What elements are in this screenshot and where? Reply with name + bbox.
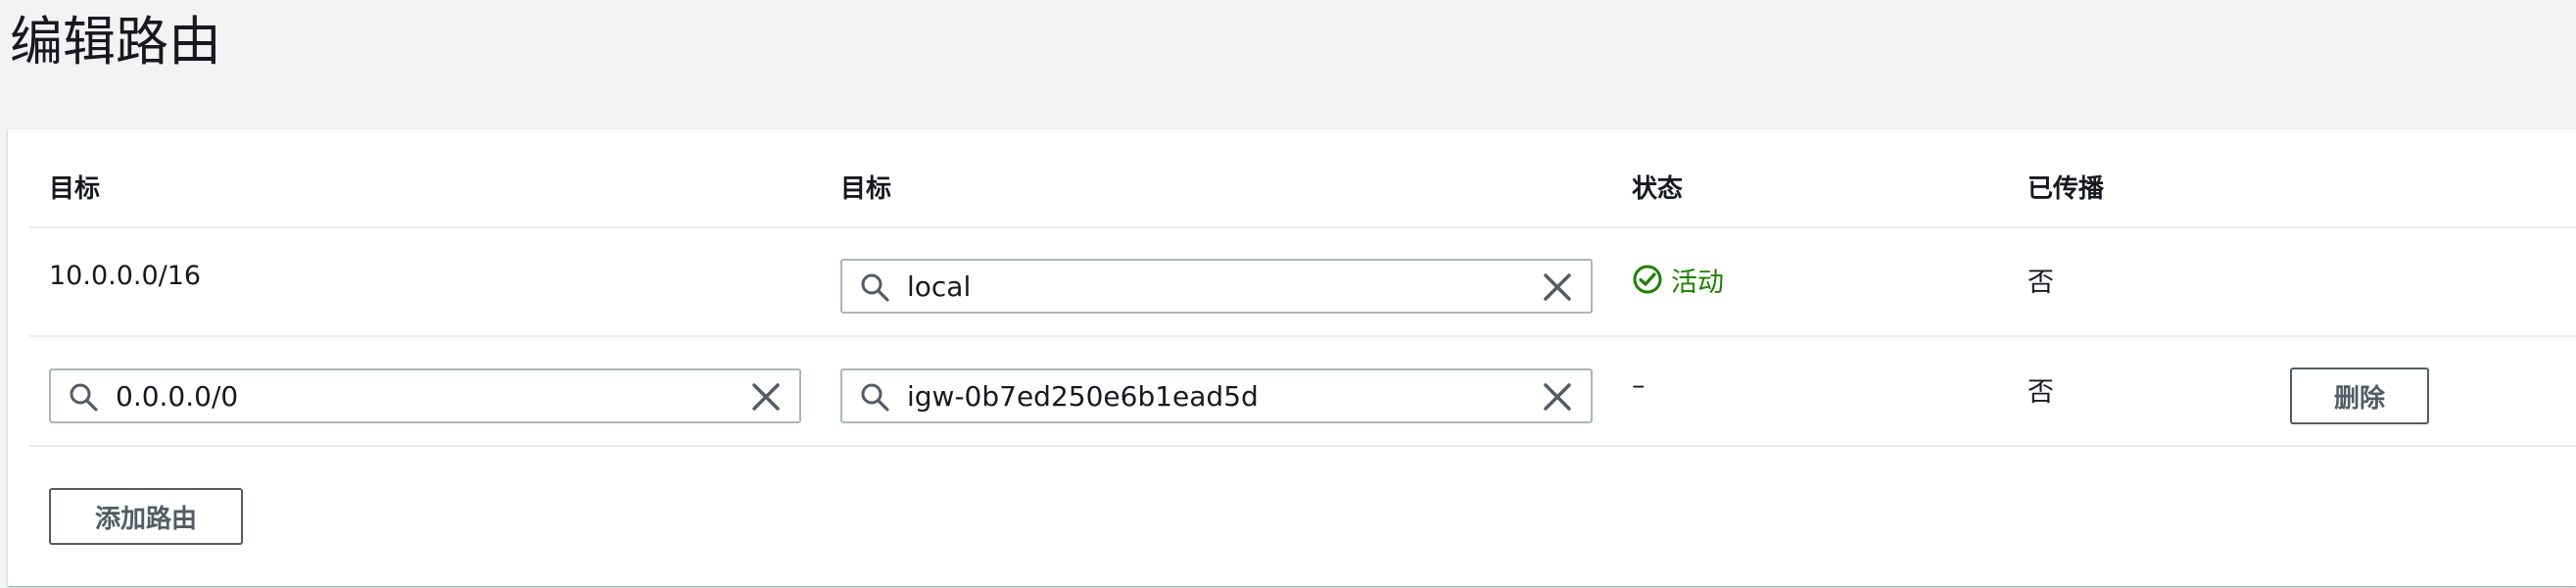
header-divider <box>29 226 2576 228</box>
add-route-button[interactable]: 添加路由 <box>49 488 243 545</box>
clear-icon[interactable] <box>750 381 782 413</box>
destination-cell: 10.0.0.0/16 <box>49 261 202 291</box>
clear-icon[interactable] <box>1542 271 1573 303</box>
status-text: 活动 <box>1671 268 1724 298</box>
remove-route-button[interactable]: 删除 <box>2290 368 2429 424</box>
header-propagated: 已传播 <box>2027 174 2105 204</box>
search-icon <box>861 383 889 412</box>
search-icon <box>861 273 889 302</box>
clear-icon[interactable] <box>1542 381 1573 413</box>
search-icon <box>70 383 98 412</box>
status-badge: 活动 <box>1632 261 1789 298</box>
propagated-cell: 否 <box>2027 268 2054 298</box>
target-search-field[interactable]: local <box>840 259 1593 314</box>
status-cell: – <box>1632 370 1646 401</box>
header-target: 目标 <box>840 174 892 204</box>
row-divider <box>29 445 2576 447</box>
target-input-value[interactable]: local <box>907 270 971 303</box>
destination-input-value[interactable]: 0.0.0.0/0 <box>116 380 238 413</box>
target-search-field[interactable]: igw-0b7ed250e6b1ead5d <box>840 368 1593 423</box>
check-circle-icon <box>1633 265 1662 294</box>
propagated-cell: 否 <box>2027 377 2054 408</box>
destination-search-field[interactable]: 0.0.0.0/0 <box>49 368 801 423</box>
header-destination: 目标 <box>49 174 101 204</box>
page-title: 编辑路由 <box>10 11 221 73</box>
row-divider <box>29 335 2576 337</box>
header-status: 状态 <box>1632 174 1684 204</box>
target-input-value[interactable]: igw-0b7ed250e6b1ead5d <box>907 380 1259 413</box>
routes-panel: 目标 目标 状态 已传播 10.0.0.0/16 local 活动 否 0.0.… <box>8 129 2576 586</box>
